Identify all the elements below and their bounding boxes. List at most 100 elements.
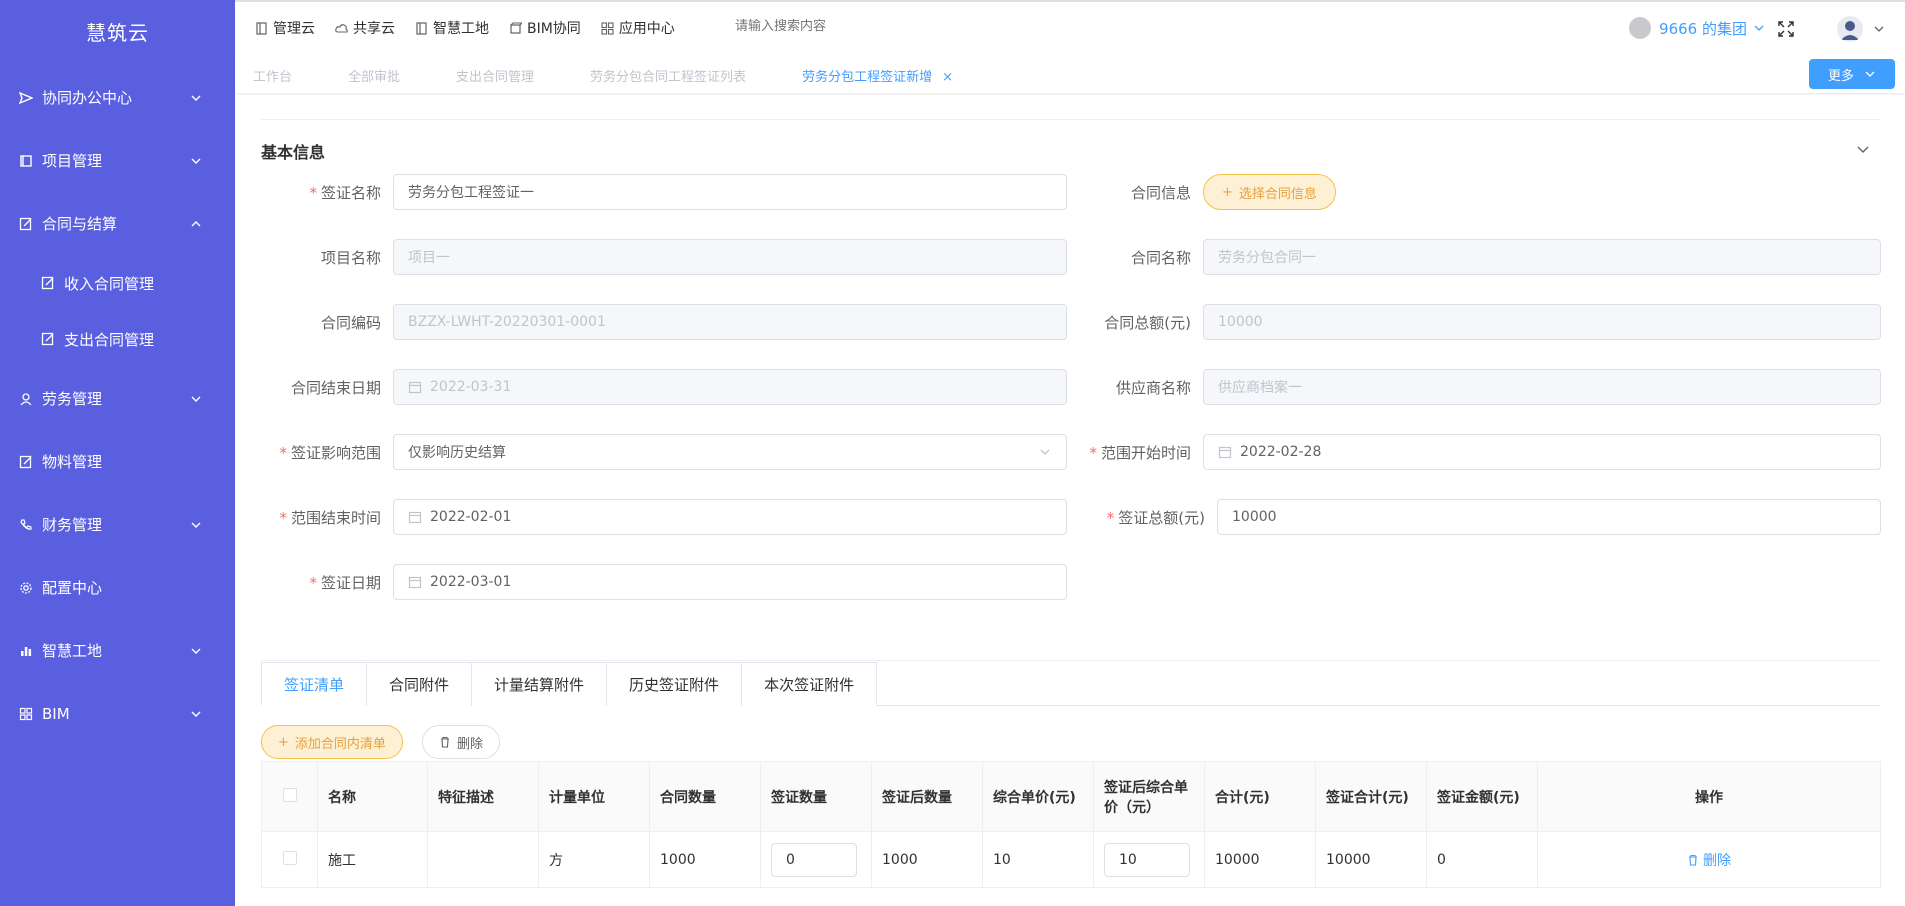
- field-label: 供应商名称: [1115, 378, 1191, 397]
- scope-start-date-picker[interactable]: 2022-02-28: [1203, 434, 1881, 470]
- row-delete-action[interactable]: 删除: [1537, 831, 1881, 888]
- topnav-shared-cloud[interactable]: 共享云: [335, 18, 395, 38]
- topnav-label: 智慧工地: [433, 21, 489, 37]
- calendar-icon: [408, 381, 422, 394]
- org-avatar: [1629, 17, 1652, 39]
- topnav-app-center[interactable]: 应用中心: [601, 18, 675, 38]
- sidebar-item-config[interactable]: 配置中心: [0, 556, 235, 619]
- sidebar-item-project[interactable]: 项目管理: [0, 129, 235, 192]
- tab-current-visa-attachments[interactable]: 本次签证附件: [741, 662, 878, 706]
- col-header: 签证数量: [760, 761, 872, 832]
- brand-logo: 慧筑云: [86, 21, 149, 45]
- form-row-supplier: 供应商名称 供应商档案一: [1071, 369, 1881, 405]
- topnav-smart-site[interactable]: 智慧工地: [415, 18, 489, 38]
- topnav-label: 共享云: [353, 21, 395, 37]
- sidebar-item-label: 物料管理: [42, 453, 103, 471]
- field-label: 合同编码: [320, 313, 381, 332]
- sidebar-subitem-income-contract[interactable]: 收入合同管理: [0, 255, 235, 311]
- trash-icon: [441, 736, 449, 748]
- form-row-contract-total: 合同总额(元) 10000: [1071, 304, 1881, 340]
- doc-icon: [416, 21, 427, 35]
- sidebar-subitem-expense-contract[interactable]: 支出合同管理: [0, 311, 235, 367]
- topnav-label: 应用中心: [618, 21, 675, 37]
- sidebar-subitem-label: 收入合同管理: [64, 274, 155, 293]
- visa-qty-input[interactable]: [771, 842, 857, 877]
- field-label: 合同结束日期: [290, 378, 381, 397]
- tab-expense-contracts[interactable]: 支出合同管理: [456, 66, 534, 85]
- bar-chart-icon: [18, 643, 34, 659]
- contract-name-field: 劳务分包合同一: [1203, 239, 1881, 275]
- cell-total: 10000: [1204, 831, 1316, 888]
- detail-tabs: 签证清单 合同附件 计量结算附件 历史签证附件 本次签证附件: [261, 662, 1881, 706]
- sidebar-item-label: BIM: [42, 704, 70, 723]
- close-icon[interactable]: ×: [942, 70, 953, 85]
- sidebar-item-label: 合同与结算: [42, 215, 118, 233]
- form-row-scope-start: * 范围开始时间 2022-02-28: [1071, 434, 1881, 470]
- field-label: * 范围结束时间: [279, 508, 381, 527]
- col-header: 特征描述: [427, 761, 539, 832]
- select-contract-button[interactable]: + 选择合同信息: [1203, 174, 1336, 210]
- table-header-row: 名称 特征描述 计量单位 合同数量 签证数量 签证后数量 综合单价(元) 签证后…: [261, 761, 1881, 832]
- tab-measurement-attachments[interactable]: 计量结算附件: [471, 662, 608, 706]
- chevron-down-icon: [191, 95, 201, 101]
- tab-workbench[interactable]: 工作台: [253, 66, 292, 85]
- sidebar-item-material[interactable]: 物料管理: [0, 430, 235, 493]
- tab-history-visa-attachments[interactable]: 历史签证附件: [606, 662, 743, 706]
- tab-labor-visa-new[interactable]: 劳务分包工程签证新增 ×: [802, 66, 953, 85]
- gear-icon: [18, 580, 34, 596]
- chevron-down-icon: [191, 711, 201, 717]
- chevron-down-icon: [191, 522, 201, 528]
- sidebar-item-finance[interactable]: 财务管理: [0, 493, 235, 556]
- grid-icon: [601, 21, 614, 35]
- visa-scope-select[interactable]: 仅影响历史结算: [393, 434, 1067, 470]
- cloud-icon: [335, 23, 348, 33]
- avatar: [1837, 16, 1863, 42]
- section-title: 基本信息: [261, 143, 326, 162]
- chevron-down-icon[interactable]: [1855, 141, 1871, 157]
- scope-end-date-picker[interactable]: 2022-02-01: [393, 499, 1067, 535]
- form-row-visa-scope: * 签证影响范围 仅影响历史结算: [261, 434, 1067, 470]
- topnav-label: 管理云: [273, 21, 315, 37]
- row-checkbox[interactable]: [282, 850, 297, 865]
- edit-doc-icon: [18, 454, 34, 470]
- select-all-checkbox[interactable]: [282, 787, 297, 802]
- org-switcher[interactable]: 9666 的集团: [1629, 17, 1765, 39]
- user-menu[interactable]: [1837, 16, 1885, 42]
- sidebar-item-labor[interactable]: 劳务管理: [0, 367, 235, 430]
- trash-icon: [1689, 854, 1697, 866]
- topnav-management-cloud[interactable]: 管理云: [255, 18, 315, 38]
- visa-date-picker[interactable]: 2022-03-01: [393, 564, 1067, 600]
- sidebar-item-smart-site[interactable]: 智慧工地: [0, 619, 235, 682]
- calendar-icon: [408, 576, 422, 589]
- tab-labor-visa-list[interactable]: 劳务分包合同工程签证列表: [590, 66, 746, 85]
- tab-contract-attachments[interactable]: 合同附件: [366, 662, 473, 706]
- divider: [261, 119, 1881, 120]
- cell-visa-total: 10000: [1315, 831, 1427, 888]
- form-row-project-name: 项目名称 项目一: [261, 239, 1067, 275]
- col-header: 签证后数量: [871, 761, 983, 832]
- topnav-bim[interactable]: BIM协同: [509, 18, 581, 38]
- sidebar-item-collab[interactable]: 协同办公中心: [0, 66, 235, 129]
- chevron-down-icon: [191, 648, 201, 654]
- field-label: * 签证名称: [309, 183, 381, 202]
- org-name: 9666 的集团: [1659, 19, 1747, 38]
- contract-total-field: 10000: [1203, 304, 1881, 340]
- tab-all-approvals[interactable]: 全部审批: [348, 66, 400, 85]
- after-price-input[interactable]: [1104, 842, 1190, 877]
- sidebar-item-contract[interactable]: 合同与结算: [0, 192, 235, 255]
- contract-code-field: BZZX-LWHT-20220301-0001: [393, 304, 1067, 340]
- add-contract-item-button[interactable]: + 添加合同内清单: [261, 725, 403, 759]
- sidebar-item-label: 协同办公中心: [42, 89, 133, 107]
- col-header: 签证金额(元): [1426, 761, 1538, 832]
- fullscreen-icon[interactable]: [1777, 20, 1795, 38]
- sidebar-item-bim[interactable]: BIM: [0, 682, 235, 745]
- tab-visa-list[interactable]: 签证清单: [261, 662, 368, 706]
- search-input[interactable]: [735, 19, 935, 34]
- visa-total-input[interactable]: 10000: [1217, 499, 1881, 535]
- delete-button[interactable]: 删除: [422, 725, 501, 759]
- col-header: 签证后综合单价（元）: [1093, 761, 1205, 832]
- chevron-down-icon: [1874, 26, 1884, 32]
- more-button[interactable]: 更多: [1809, 59, 1895, 89]
- doc-icon: [256, 21, 267, 35]
- visa-name-input[interactable]: 劳务分包工程签证一: [393, 174, 1067, 210]
